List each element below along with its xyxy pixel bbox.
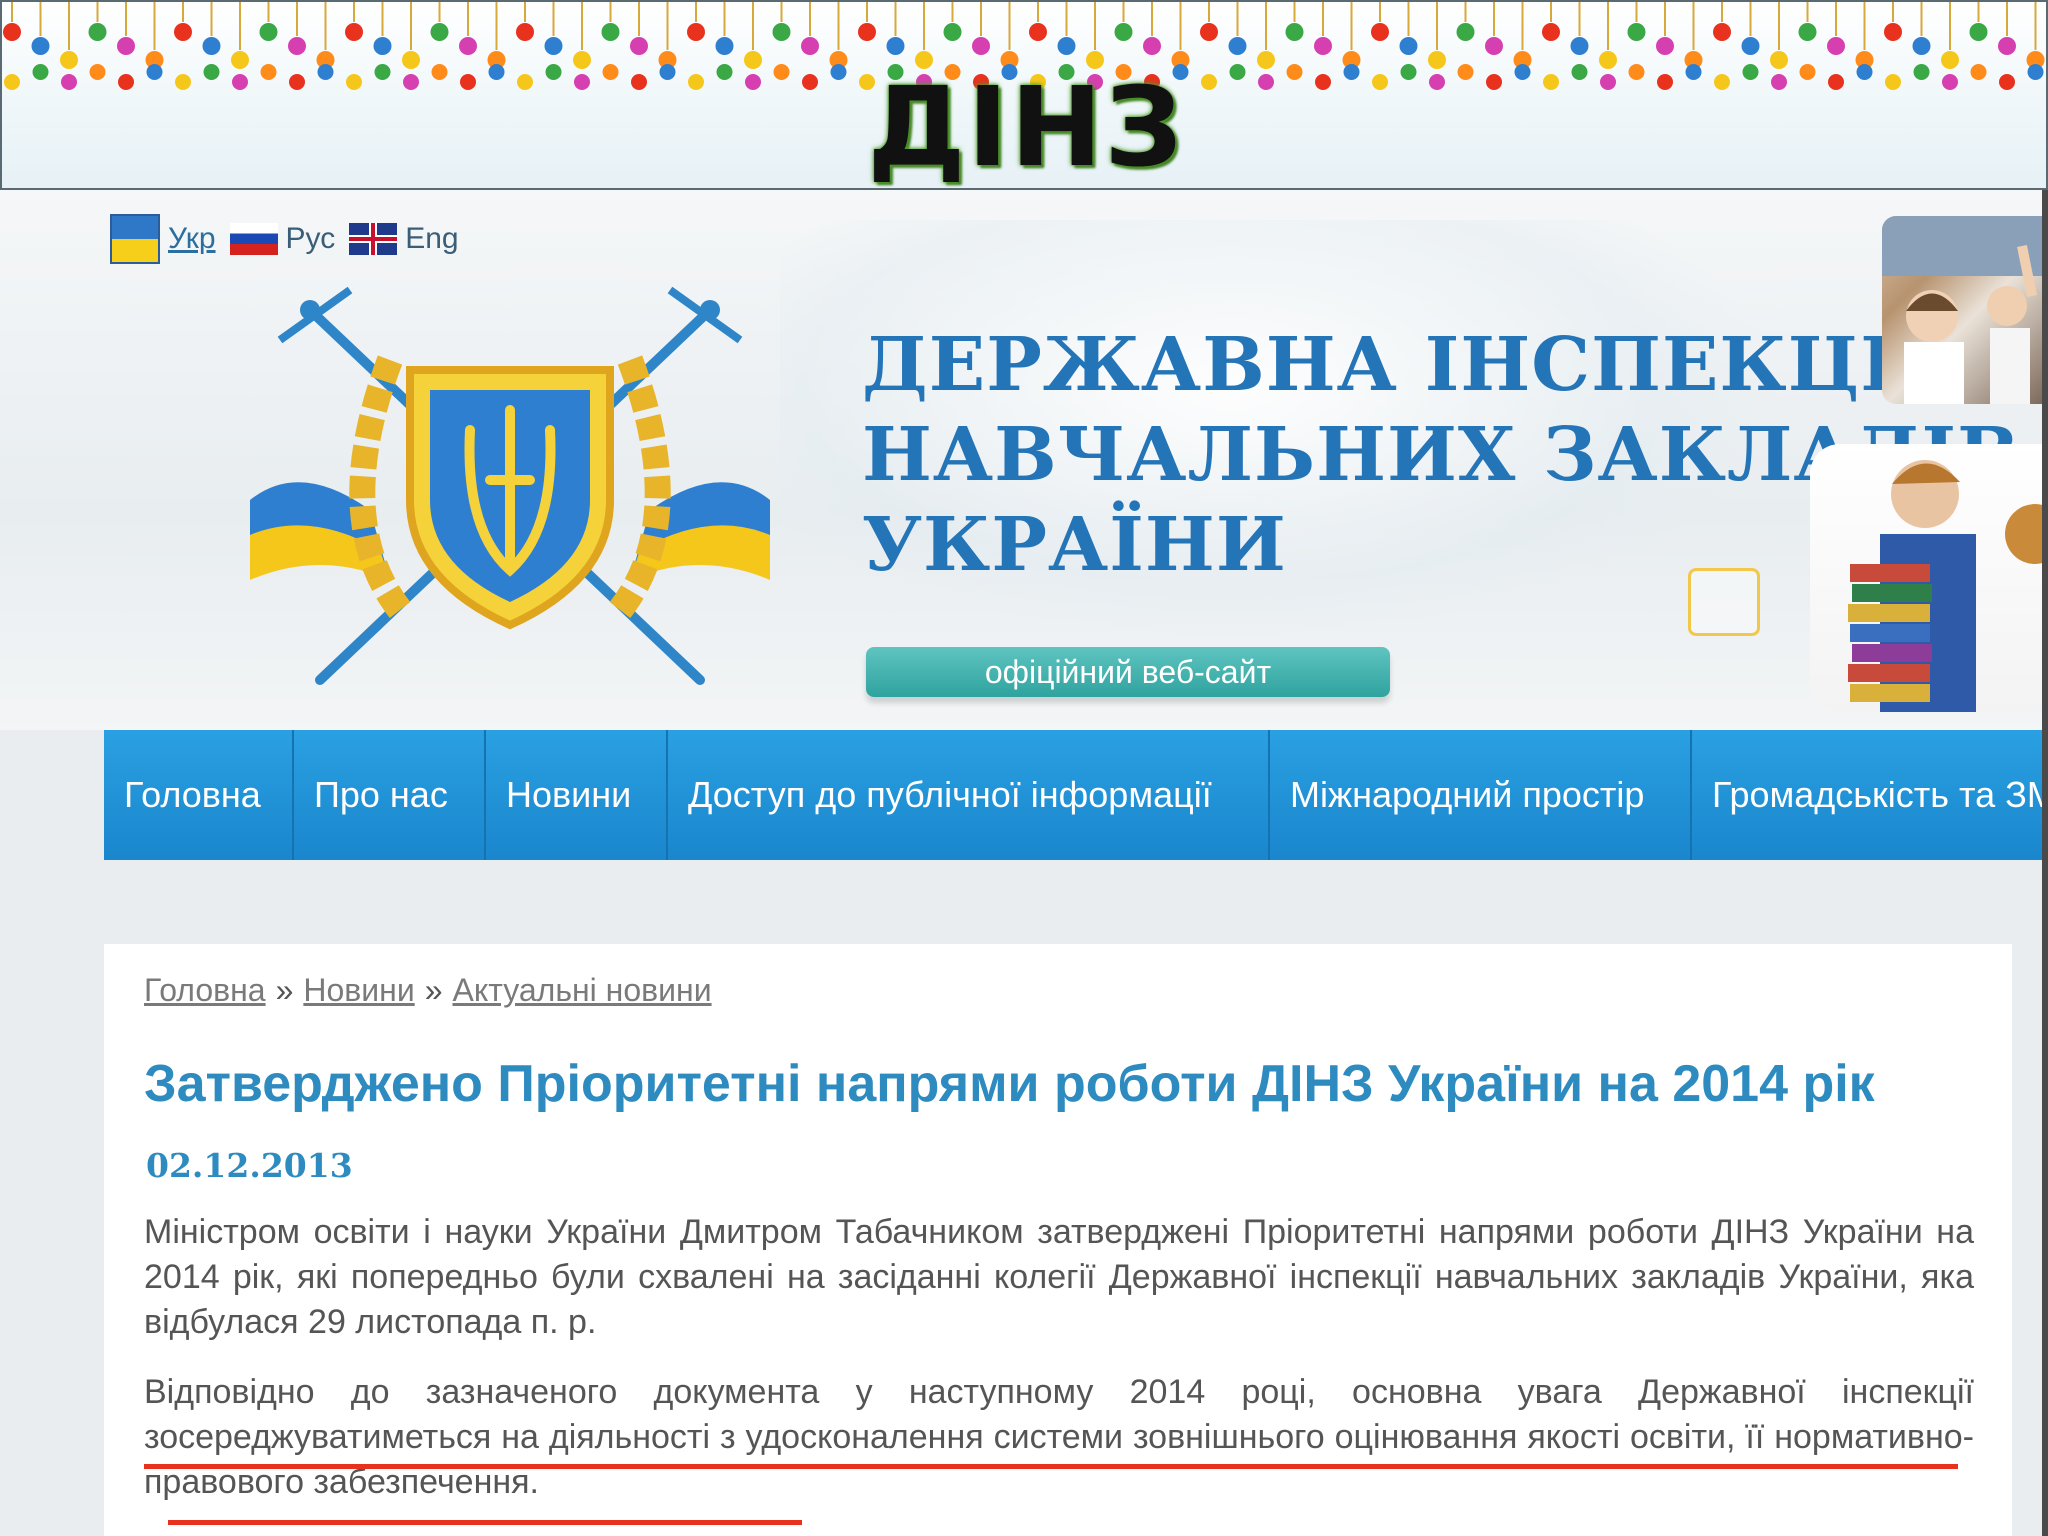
frame-placeholder — [1688, 568, 1760, 636]
nav-item-home[interactable]: Головна — [104, 730, 294, 860]
article-date: 02.12.2013 — [146, 1146, 353, 1185]
org-name-line-1: ДЕРЖАВНА ІНСПЕКЦІЯ — [862, 322, 1963, 408]
highlight-underline — [144, 1464, 1958, 1469]
student-with-books-photo — [1810, 444, 2042, 712]
breadcrumb-home-link[interactable]: Головна — [144, 972, 266, 1008]
breadcrumb-separator: » — [275, 972, 294, 1008]
org-name-line-2: НАВЧАЛЬНИХ ЗАКЛАДІВ — [862, 412, 2021, 498]
lang-eng-label: Eng — [405, 222, 459, 255]
site-header: Укр Рус Eng ДЕРЖАВНА ІНСПЕКЦІЯ НАВЧАЛЬНИ… — [0, 190, 2042, 730]
highlight-underline — [168, 1520, 802, 1525]
slide-header: ДІНЗ — [0, 0, 2048, 190]
article-paragraph-2: Відповідно до зазначеного документа у на… — [144, 1373, 1974, 1501]
breadcrumb-current-news-link[interactable]: Актуальні новини — [453, 972, 712, 1008]
uk-flag-icon — [349, 223, 398, 255]
org-name-line-3: УКРАЇНИ — [862, 502, 1287, 588]
breadcrumb-news-link[interactable]: Новини — [303, 972, 414, 1008]
nav-item-international[interactable]: Міжнародний простір — [1270, 730, 1692, 860]
nav-item-news[interactable]: Новини — [486, 730, 668, 860]
breadcrumb-separator: » — [424, 972, 443, 1008]
article-title: Затверджено Пріоритетні напрями роботи Д… — [144, 1055, 1875, 1113]
lang-rus-link[interactable]: Рус — [229, 222, 336, 256]
slide-edge — [2042, 190, 2048, 1536]
inspection-emblem-icon[interactable] — [240, 280, 780, 700]
slide-title: ДІНЗ — [867, 63, 1185, 191]
lang-ukr-label: Укр — [168, 222, 216, 255]
classroom-photo — [1882, 216, 2042, 404]
nav-item-about[interactable]: Про нас — [294, 730, 486, 860]
organization-name: ДЕРЖАВНА ІНСПЕКЦІЯ НАВЧАЛЬНИХ ЗАКЛАДІВ У… — [862, 320, 2021, 590]
lang-ukr-link[interactable]: Укр — [110, 214, 216, 264]
article-content: Головна» Новини» Актуальні новини Затвердж… — [104, 944, 2012, 1536]
breadcrumb: Головна» Новини» Актуальні новини — [144, 972, 712, 1009]
main-navigation: Головна Про нас Новини Доступ до публічн… — [104, 730, 2042, 860]
lang-rus-label: Рус — [285, 222, 336, 255]
official-site-badge: офіційний веб-сайт — [866, 647, 1390, 697]
lang-eng-link[interactable]: Eng — [349, 222, 459, 256]
article-paragraph-1: Міністром освіти і науки України Дмитром… — [144, 1213, 1974, 1341]
nav-item-public-media[interactable]: Громадськість та ЗМІ — [1692, 730, 2042, 860]
russia-flag-icon — [229, 223, 278, 255]
ukraine-flag-icon — [110, 214, 160, 264]
nav-item-public-info[interactable]: Доступ до публічної інформації — [668, 730, 1270, 860]
language-switcher: Укр Рус Eng — [110, 214, 459, 264]
